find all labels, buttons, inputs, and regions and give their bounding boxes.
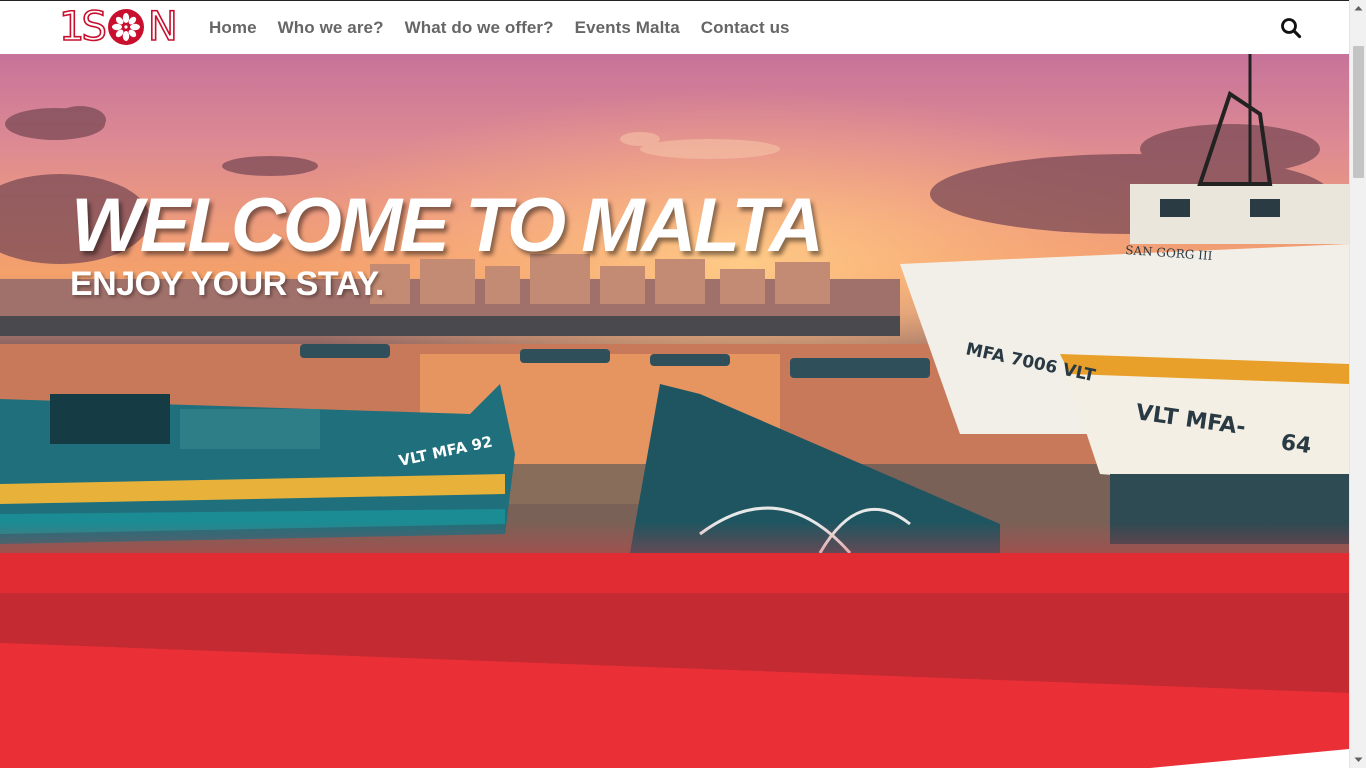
red-section-decor	[0, 553, 1349, 768]
chevron-up-icon[interactable]	[1350, 0, 1366, 17]
nav-what-we-offer[interactable]: What do we offer?	[405, 18, 554, 38]
search-icon[interactable]	[1280, 17, 1302, 39]
page-scrollbar[interactable]	[1349, 0, 1366, 768]
nav-who-we-are[interactable]: Who we are?	[278, 18, 384, 38]
site-header: 1S N Home Who we are? What do we offer? …	[0, 0, 1349, 54]
nav-events-malta[interactable]: Events Malta	[575, 18, 680, 38]
chevron-down-icon[interactable]	[1350, 751, 1366, 768]
hero-bottom-overlay	[0, 522, 1349, 553]
flower-icon	[107, 9, 144, 45]
logo-text-end: N	[147, 4, 179, 50]
hero-title: WELCOME TO MALTA	[71, 183, 824, 268]
red-section	[0, 553, 1349, 768]
nav-home[interactable]: Home	[209, 18, 257, 38]
scrollbar-thumb[interactable]	[1353, 46, 1364, 178]
logo-text-start: 1S	[58, 4, 107, 50]
nav-contact-us[interactable]: Contact us	[701, 18, 790, 38]
site-logo[interactable]: 1S N	[58, 4, 179, 50]
main-nav: Home Who we are? What do we offer? Event…	[209, 1, 811, 55]
svg-text:64: 64	[1279, 430, 1313, 459]
hero-subtitle: ENJOY YOUR STAY.	[70, 265, 384, 303]
hero-banner: MFA 7006 VLT VLT MFA- 64 VLT MFA 92 SAN …	[0, 54, 1349, 553]
